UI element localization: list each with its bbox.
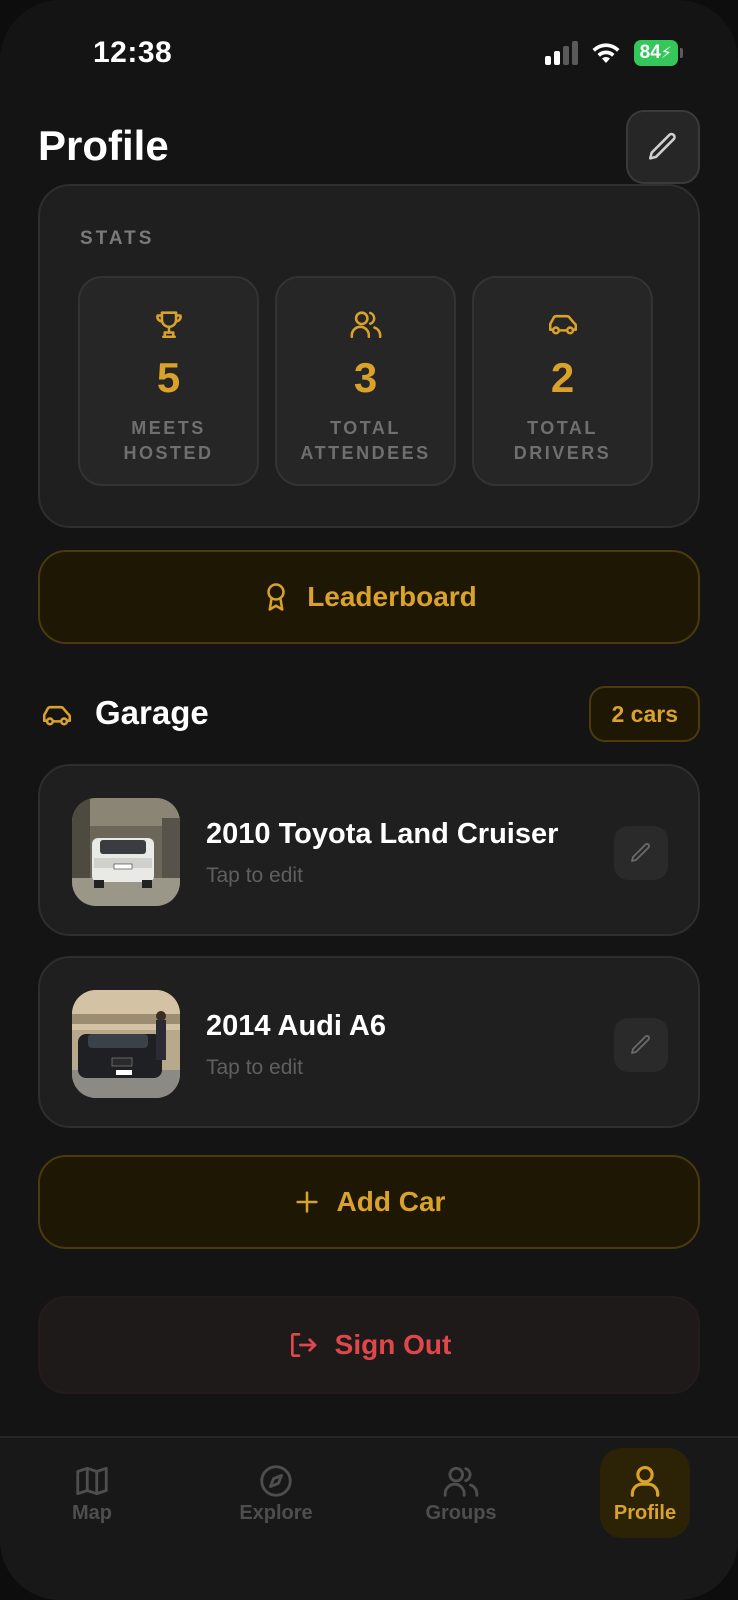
tab-map[interactable]: Map: [47, 1448, 137, 1538]
person-icon: [630, 1465, 660, 1497]
edit-car-button[interactable]: [614, 826, 668, 880]
stat-value: 5: [156, 354, 181, 401]
add-car-label: Add Car: [336, 1186, 446, 1217]
award-icon: [267, 583, 285, 611]
stats-label: STATS: [80, 228, 155, 249]
stat-value: 3: [353, 354, 378, 401]
leaderboard-button[interactable]: Leaderboard: [38, 550, 700, 644]
compass-icon: [260, 1464, 292, 1497]
car-icon: [548, 314, 577, 335]
users-icon: [350, 311, 381, 339]
bottom-tab-bar: Map Explore Groups Profile: [0, 1436, 738, 1600]
cellular-signal-icon: [544, 41, 578, 65]
car-photo: [72, 990, 180, 1098]
car-subtitle: Tap to edit: [206, 864, 303, 887]
add-car-button[interactable]: Add Car: [38, 1155, 700, 1249]
pencil-icon: [648, 132, 676, 160]
logout-icon: [290, 1333, 317, 1357]
map-icon: [76, 1466, 108, 1495]
garage-title: Garage: [95, 694, 209, 731]
garage-header: Garage 2 cars: [38, 686, 700, 742]
car-card[interactable]: 2014 Audi A6 Tap to edit: [38, 956, 700, 1128]
tab-explore[interactable]: Explore: [231, 1448, 321, 1538]
stat-total-attendees: 3 TOTAL ATTENDEES: [275, 276, 456, 486]
stat-meets-hosted: 5 MEETS HOSTED: [78, 276, 259, 486]
charging-bolt-icon: ⚡: [660, 45, 672, 62]
cars-count-badge: 2 cars: [589, 686, 700, 742]
edit-car-button[interactable]: [614, 1018, 668, 1072]
app-screen: 12:38 84 ⚡ Profile STATS 5 MEETS HOSTED …: [0, 0, 738, 1600]
car-subtitle: Tap to edit: [206, 1056, 303, 1079]
tab-label: Map: [72, 1501, 112, 1524]
pencil-icon: [631, 1035, 650, 1054]
stat-total-drivers: 2 TOTAL DRIVERS: [472, 276, 653, 486]
tab-label: Groups: [425, 1501, 497, 1524]
wifi-icon: [592, 43, 620, 63]
tab-profile[interactable]: Profile: [600, 1448, 690, 1538]
tab-label: Profile: [613, 1501, 677, 1524]
stat-caption: TOTAL DRIVERS: [513, 418, 612, 463]
page-title: Profile: [38, 122, 169, 169]
pencil-icon: [631, 843, 650, 862]
sign-out-button[interactable]: Sign Out: [38, 1296, 700, 1394]
status-icons: 84 ⚡: [544, 40, 684, 66]
car-photo: [72, 798, 180, 906]
stats-card: STATS 5 MEETS HOSTED 3 TOTAL ATTENDEES 2…: [38, 184, 700, 528]
battery-level: 84: [639, 42, 661, 63]
leaderboard-label: Leaderboard: [307, 581, 477, 612]
edit-profile-button[interactable]: [626, 110, 700, 184]
battery-indicator: 84 ⚡: [633, 40, 684, 66]
sign-out-label: Sign Out: [334, 1329, 452, 1360]
plus-icon: [295, 1191, 318, 1213]
car-card[interactable]: 2010 Toyota Land Cruiser Tap to edit: [38, 764, 700, 936]
car-icon: [42, 705, 72, 726]
trophy-icon: [155, 311, 182, 339]
tab-groups[interactable]: Groups: [416, 1448, 506, 1538]
car-name: 2014 Audi A6: [206, 1010, 386, 1042]
users-icon: [443, 1466, 479, 1497]
stat-caption: MEETS HOSTED: [123, 418, 214, 463]
tab-label: Explore: [239, 1501, 313, 1524]
stat-caption: TOTAL ATTENDEES: [300, 418, 431, 463]
stat-value: 2: [550, 354, 575, 401]
car-name: 2010 Toyota Land Cruiser: [206, 818, 559, 850]
status-time: 12:38: [93, 36, 173, 69]
